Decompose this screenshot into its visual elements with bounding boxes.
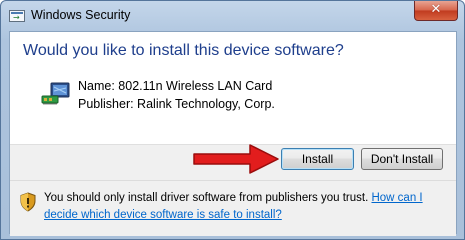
footer-separator (10, 180, 456, 181)
dialog-heading: Would you like to install this device so… (23, 42, 344, 59)
device-name: Name: 802.11n Wireless LAN Card (78, 79, 273, 93)
close-button[interactable]: ✕ (414, 1, 458, 21)
device-publisher: Publisher: Ralink Technology, Corp. (78, 97, 275, 111)
install-button[interactable]: Install (281, 148, 354, 170)
close-icon: ✕ (430, 2, 442, 17)
dont-install-button[interactable]: Don't Install (361, 148, 443, 170)
dialog-content: Would you like to install this device so… (9, 31, 457, 236)
red-arrow-icon (193, 144, 279, 174)
title-bar[interactable]: → Windows Security ✕ (1, 1, 464, 33)
security-shield-icon (20, 192, 36, 212)
security-app-icon: → (9, 10, 25, 22)
network-adapter-icon (41, 82, 70, 105)
dialog-window: → Windows Security ✕ Would you like to i… (0, 0, 465, 240)
footer-message: You should only install driver software … (44, 190, 449, 224)
footer-text: You should only install driver software … (44, 192, 372, 204)
window-title: Windows Security (31, 8, 131, 22)
